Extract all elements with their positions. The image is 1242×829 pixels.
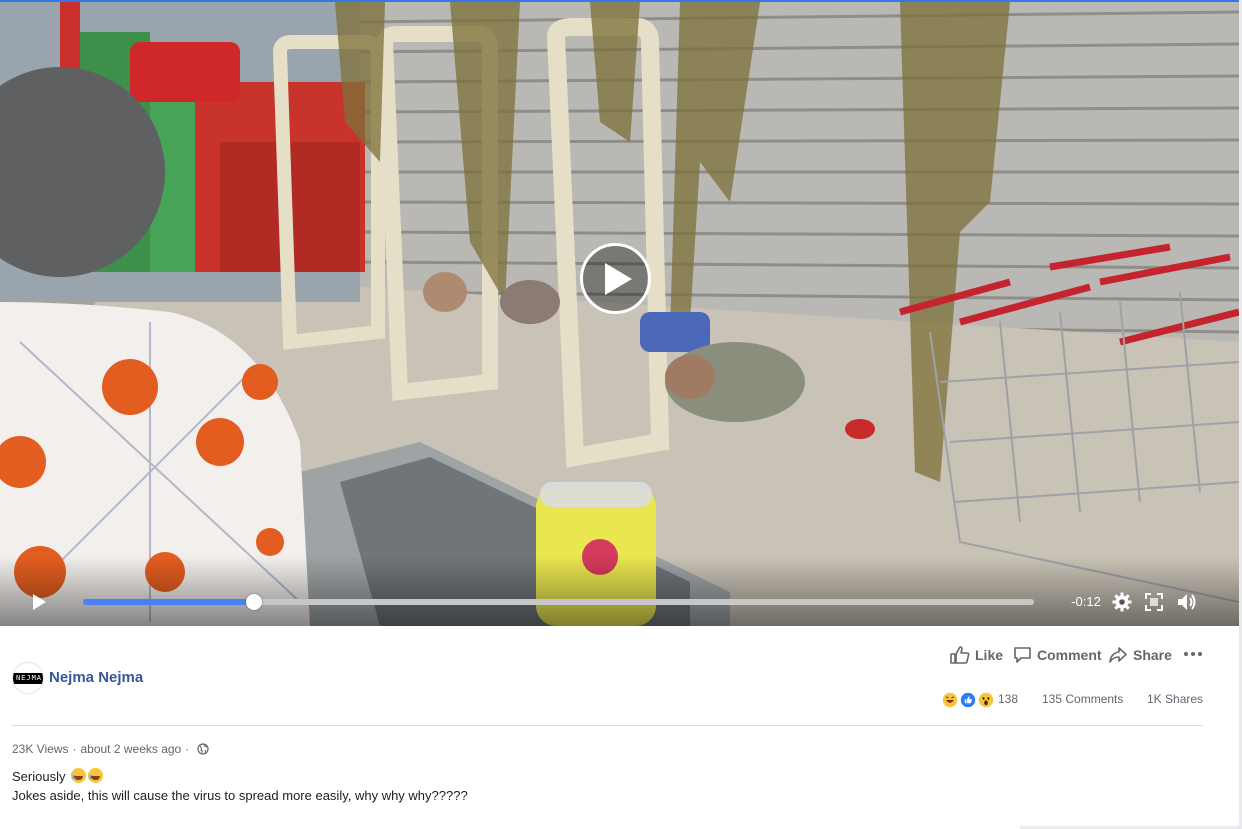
like-reaction-icon [958,690,978,710]
caption-line-1: Seriously [12,767,468,786]
timestamp[interactable]: about 2 weeks ago [80,742,181,756]
haha-reaction-icon [940,690,960,710]
comment-icon [1014,647,1031,663]
reaction-count[interactable]: 138 [998,692,1018,706]
settings-button[interactable] [1112,592,1132,612]
divider [12,725,1203,726]
comments-count[interactable]: 135 Comments [1042,692,1123,706]
post-meta: 23K Views · about 2 weeks ago · [12,742,209,756]
like-label: Like [975,647,1004,663]
share-icon [1109,647,1127,663]
globe-icon [197,743,209,755]
video-controls: -0:12 [0,580,1239,626]
progress-bar[interactable] [83,594,1034,610]
share-label: Share [1133,647,1172,663]
play-icon [605,263,632,295]
meta-separator: · [185,742,190,756]
fullscreen-icon [1145,593,1163,611]
post-caption: Seriously Jokes aside, this will cause t… [12,767,468,805]
video-frame [0,2,1239,626]
wow-reaction-icon [976,690,996,710]
rolling-laughing-emoji-icon [71,768,87,783]
thumbs-up-icon [950,646,970,664]
reactions-summary[interactable] [940,690,998,710]
comment-label: Comment [1037,647,1102,663]
comment-button[interactable]: Comment [1013,645,1102,665]
play-button[interactable] [30,593,48,611]
gear-icon [1112,592,1132,612]
play-icon [33,594,46,610]
rolling-laughing-emoji-icon [88,768,104,783]
volume-button[interactable] [1176,592,1196,612]
video-player[interactable]: -0:12 [0,2,1239,626]
volume-icon [1178,594,1196,610]
caption-text-2: Jokes aside, this will cause the virus t… [12,788,468,803]
progress-handle[interactable] [246,594,263,610]
share-button[interactable]: Share [1108,645,1172,665]
author-name[interactable]: Nejma Nejma [49,669,143,686]
progress-fill [83,599,255,605]
big-play-button[interactable] [580,243,651,314]
view-count: 23K Views [12,742,69,756]
ellipsis-icon [1184,652,1202,656]
remaining-time: -0:12 [1071,594,1101,609]
caption-text-1: Seriously [12,769,66,784]
avatar[interactable]: NEJMA [12,662,44,694]
like-button[interactable]: Like [950,645,1003,665]
meta-separator: · [72,742,77,756]
fullscreen-button[interactable] [1144,592,1164,612]
shares-count[interactable]: 1K Shares [1147,692,1203,706]
avatar-logo-text: NEJMA [13,673,43,684]
more-options-button[interactable] [1183,646,1203,662]
